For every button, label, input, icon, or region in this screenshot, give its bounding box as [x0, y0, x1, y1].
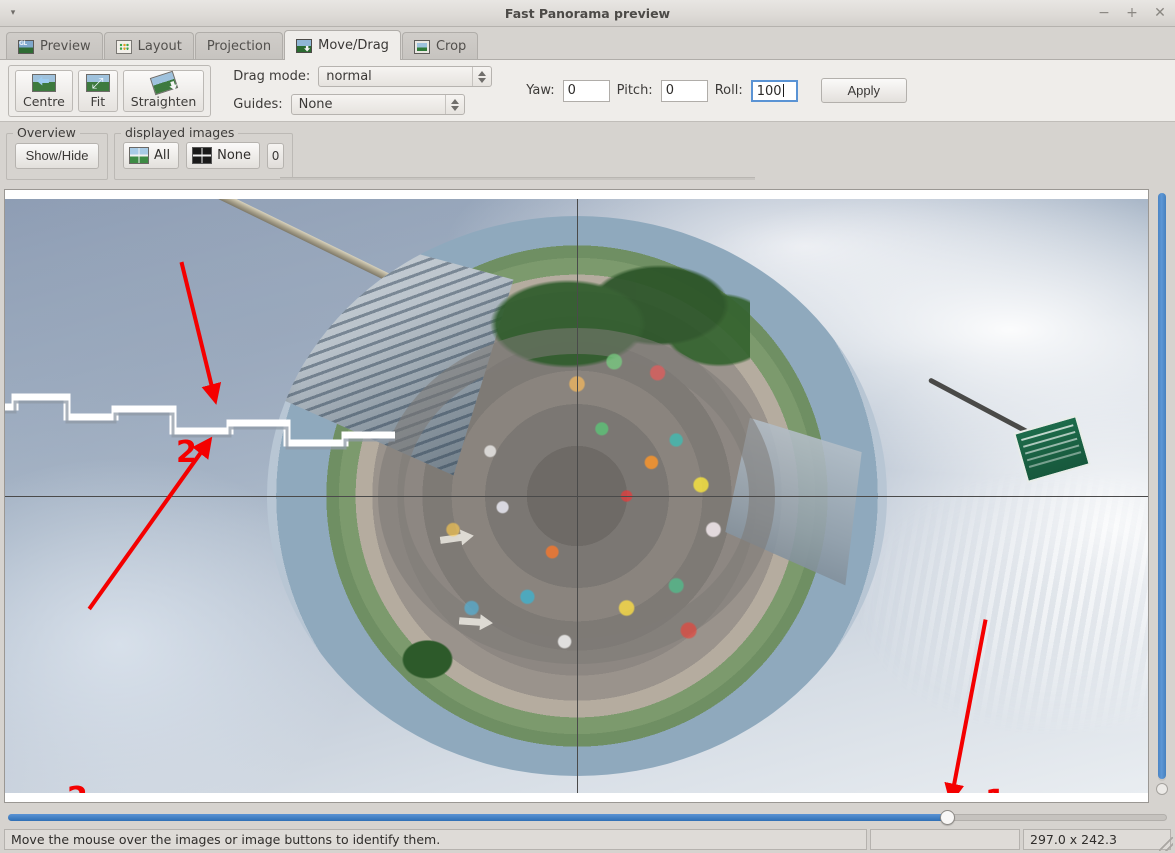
little-planet	[266, 216, 887, 776]
drag-mode-value: normal	[326, 69, 372, 84]
zoom-slider[interactable]	[8, 810, 1167, 825]
tab-preview-label: Preview	[40, 39, 91, 54]
yaw-input[interactable]: 0	[562, 79, 610, 102]
tab-crop-label: Crop	[435, 39, 467, 54]
guides-spinner-icon[interactable]	[444, 95, 464, 114]
displayed-images-legend: displayed images	[121, 125, 239, 140]
tab-move-drag[interactable]: Move/Drag	[284, 30, 401, 61]
straighten-button[interactable]: Straighten	[122, 69, 205, 112]
maximize-icon[interactable]: +	[1125, 4, 1139, 22]
pitch-input[interactable]: 0	[660, 79, 708, 102]
status-bar: Move the mouse over the images or image …	[0, 829, 1175, 853]
canvas-area: 2 2 1	[0, 186, 1175, 803]
tab-preview[interactable]: Preview	[6, 32, 103, 60]
show-hide-button[interactable]: Show/Hide	[15, 142, 99, 169]
guides-select[interactable]: None	[290, 94, 465, 115]
fit-button[interactable]: Fit	[77, 69, 118, 112]
no-images-grid-icon	[192, 147, 213, 164]
drag-mode-spinner-icon[interactable]	[472, 67, 491, 86]
resize-grip[interactable]	[1159, 837, 1173, 851]
layout-grid-icon	[115, 39, 132, 54]
zoom-slider-row	[0, 803, 1175, 829]
guides-row: Guides: None	[233, 94, 492, 115]
image-toggle-0[interactable]: 0	[267, 142, 285, 169]
tab-crop[interactable]: Crop	[401, 32, 479, 60]
zoom-slider-fill	[8, 814, 947, 821]
pitch-label: Pitch:	[616, 83, 653, 98]
all-images-grid-icon	[129, 147, 149, 164]
palm-trees	[378, 619, 478, 720]
overview-legend: Overview	[13, 125, 80, 140]
panorama-canvas[interactable]: 2 2 1	[4, 189, 1149, 803]
status-message: Move the mouse over the images or image …	[4, 829, 867, 850]
preview-gl-icon	[18, 39, 34, 54]
overview-row: Overview Show/Hide displayed images All …	[0, 122, 1175, 186]
guides-value: None	[298, 97, 333, 112]
crop-image-icon	[413, 39, 430, 54]
zoom-slider-handle[interactable]	[939, 810, 955, 825]
title-bar: ▾ Fast Panorama preview − + ✕	[0, 0, 1175, 27]
straighten-button-label: Straighten	[130, 93, 197, 109]
tab-bar: Preview Layout Projection Move/Drag Crop	[0, 27, 1175, 61]
apply-button[interactable]: Apply	[820, 78, 907, 103]
tab-projection-label: Projection	[206, 39, 272, 54]
displayed-images-group: displayed images All None 0	[114, 125, 294, 180]
move-drag-icon	[296, 38, 313, 53]
select-all-images-button[interactable]: All	[123, 142, 180, 169]
tab-projection[interactable]: Projection	[194, 32, 284, 60]
app-window: ▾ Fast Panorama preview − + ✕ Preview La…	[0, 0, 1175, 853]
scrollbar-thumb[interactable]	[1158, 193, 1166, 779]
window-title: Fast Panorama preview	[504, 5, 671, 21]
tab-move-drag-label: Move/Drag	[318, 38, 389, 53]
yaw-pitch-roll-group: Yaw: 0 Pitch: 0 Roll: 100 Apply	[526, 78, 907, 103]
text-caret	[782, 83, 784, 97]
tab-layout-label: Layout	[137, 39, 182, 54]
drag-mode-select[interactable]: normal	[318, 66, 493, 87]
minimize-icon[interactable]: −	[1097, 4, 1111, 22]
fit-image-icon	[85, 73, 110, 92]
close-icon[interactable]: ✕	[1153, 4, 1167, 22]
scrollbar-knob[interactable]	[1156, 783, 1168, 795]
fit-button-label: Fit	[90, 93, 106, 109]
roll-label: Roll:	[714, 83, 743, 98]
status-middle-cell	[870, 829, 1020, 850]
roll-input[interactable]: 100	[750, 79, 798, 102]
guides-label: Guides:	[233, 97, 283, 112]
tab-layout[interactable]: Layout	[103, 32, 194, 60]
crowd-with-balloons	[266, 216, 887, 776]
mode-fields: Drag mode: normal Guides: None	[233, 66, 493, 115]
centre-image-icon	[31, 73, 56, 92]
transform-button-group: Centre Fit Straighten	[8, 64, 212, 117]
select-none-images-button[interactable]: None	[186, 142, 261, 169]
window-menu-icon[interactable]: ▾	[0, 0, 26, 27]
select-all-label: All	[154, 148, 171, 163]
overview-group: Overview Show/Hide	[6, 125, 108, 180]
centre-button[interactable]: Centre	[15, 69, 73, 112]
select-none-label: None	[217, 148, 252, 163]
window-controls: − + ✕	[1097, 4, 1175, 22]
drag-mode-label: Drag mode:	[233, 69, 311, 84]
road-sign	[928, 377, 1092, 487]
sign-arm	[928, 377, 1037, 439]
drag-mode-row: Drag mode: normal	[233, 66, 493, 87]
status-size: 297.0 x 242.3	[1023, 829, 1171, 850]
overview-separator	[280, 177, 755, 180]
panorama-image[interactable]: 2 2 1	[5, 199, 1148, 793]
centre-button-label: Centre	[23, 93, 65, 109]
roll-input-value: 100	[756, 83, 782, 99]
straighten-image-icon	[149, 70, 178, 95]
move-drag-toolbar: Centre Fit Straighten Drag mode: normal …	[0, 60, 1175, 122]
yaw-label: Yaw:	[526, 83, 555, 98]
vertical-scrollbar[interactable]	[1155, 189, 1169, 803]
